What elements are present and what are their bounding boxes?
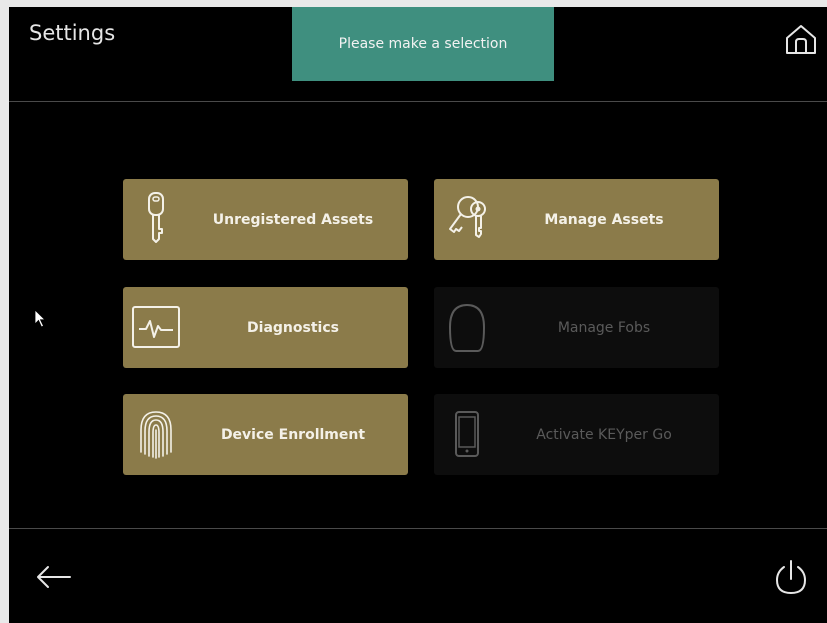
mouse-cursor-icon (34, 309, 46, 328)
manage-assets-button[interactable]: Manage Assets (434, 179, 719, 260)
header: Settings Please make a selection (9, 7, 827, 101)
pulse-monitor-icon (132, 306, 180, 348)
fingerprint-icon (140, 411, 172, 459)
phone-icon (455, 411, 479, 457)
manage-assets-label: Manage Assets (544, 211, 664, 228)
power-icon (775, 560, 807, 595)
back-button[interactable] (34, 562, 74, 592)
key-icon (148, 192, 164, 243)
unregistered-assets-label: Unregistered Assets (212, 211, 374, 228)
activate-keyper-go-label: Activate KEYper Go (536, 426, 672, 443)
home-button[interactable] (783, 21, 819, 57)
device-enrollment-button[interactable]: Device Enrollment (123, 394, 408, 475)
home-icon (786, 25, 816, 54)
back-arrow-icon (37, 566, 71, 588)
unregistered-assets-button[interactable]: Unregistered Assets (123, 179, 408, 260)
settings-screen: Settings Please make a selection Unregis… (9, 7, 827, 623)
fob-icon (448, 303, 486, 352)
keys-icon (449, 196, 486, 238)
diagnostics-label: Diagnostics (247, 319, 339, 336)
page-title: Settings (29, 21, 116, 45)
manage-fobs-label: Manage Fobs (557, 319, 651, 336)
diagnostics-button[interactable]: Diagnostics (123, 287, 408, 368)
device-enrollment-label: Device Enrollment (220, 426, 366, 443)
power-button[interactable] (773, 557, 809, 597)
manage-fobs-button[interactable]: Manage Fobs (434, 287, 719, 368)
selection-toast: Please make a selection (292, 7, 554, 81)
activate-keyper-go-button[interactable]: Activate KEYper Go (434, 394, 719, 475)
footer-divider (9, 528, 827, 529)
header-divider (9, 101, 827, 102)
